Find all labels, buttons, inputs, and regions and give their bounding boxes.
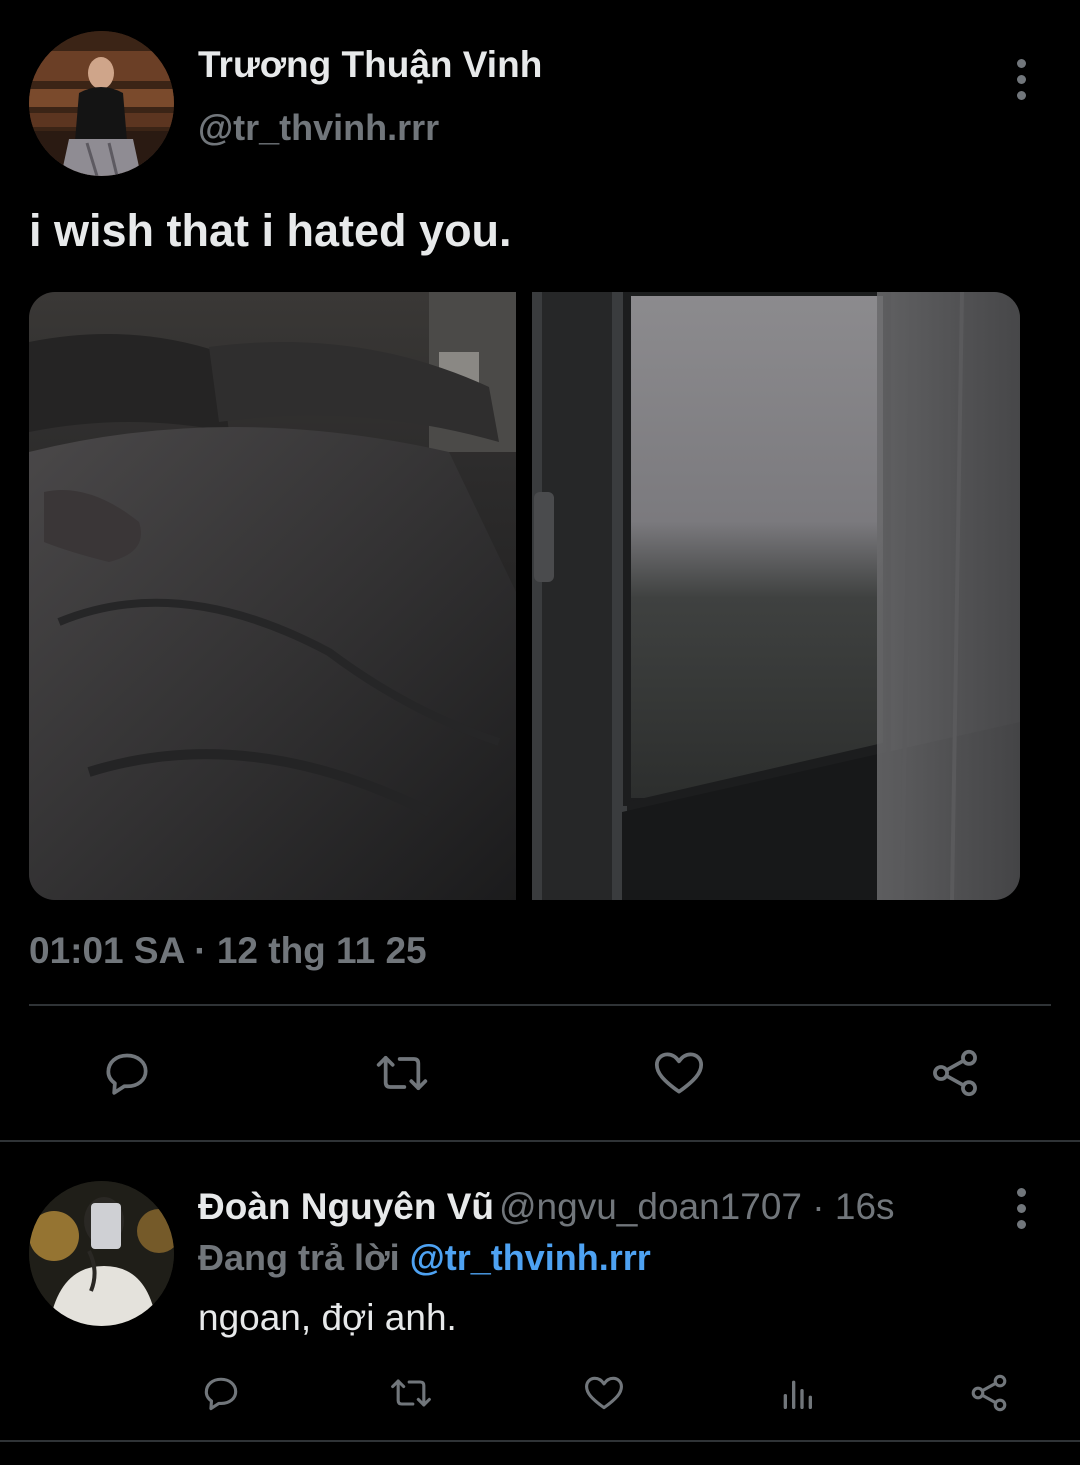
author-avatar[interactable] <box>29 31 174 176</box>
tweet-detail-page: Trương Thuận Vinh @tr_thvinh.rrr i wish … <box>0 0 1080 1465</box>
reply-handle-and-time[interactable]: @ngvu_doan1707 · 16s <box>499 1186 895 1228</box>
divider <box>0 1440 1080 1442</box>
reply-reply-icon[interactable] <box>198 1370 244 1416</box>
reply-like-icon[interactable] <box>581 1370 627 1416</box>
views-icon[interactable] <box>776 1372 818 1416</box>
tweet-media <box>29 292 1020 900</box>
more-options-icon[interactable] <box>1006 54 1036 104</box>
reply-author-name[interactable]: Đoàn Nguyên Vũ <box>198 1186 494 1228</box>
reply-share-icon[interactable] <box>966 1370 1012 1416</box>
tweet-timestamp[interactable]: 01:01 SA · 12 thg 11 25 <box>29 930 427 972</box>
divider <box>29 1004 1051 1006</box>
rainy-window-photo[interactable] <box>532 292 1020 900</box>
reply-more-options-icon[interactable] <box>1006 1183 1036 1233</box>
hospital-bed-photo[interactable] <box>29 292 516 900</box>
share-icon[interactable] <box>925 1043 985 1103</box>
tweet-text: i wish that i hated you. <box>29 205 512 256</box>
reply-author-avatar[interactable] <box>29 1181 174 1326</box>
divider <box>0 1140 1080 1142</box>
author-name[interactable]: Trương Thuận Vinh <box>198 44 542 86</box>
reply-icon[interactable] <box>97 1043 157 1103</box>
replying-to-label: Đang trả lời <box>198 1237 400 1278</box>
replying-to-line: Đang trả lời @tr_thvinh.rrr <box>198 1237 651 1279</box>
retweet-icon[interactable] <box>370 1043 434 1103</box>
author-handle[interactable]: @tr_thvinh.rrr <box>198 107 439 149</box>
reply-retweet-icon[interactable] <box>386 1370 436 1416</box>
replying-to-mention[interactable]: @tr_thvinh.rrr <box>410 1237 651 1278</box>
like-icon[interactable] <box>648 1043 710 1103</box>
reply-text: ngoan, đợi anh. <box>198 1297 457 1338</box>
